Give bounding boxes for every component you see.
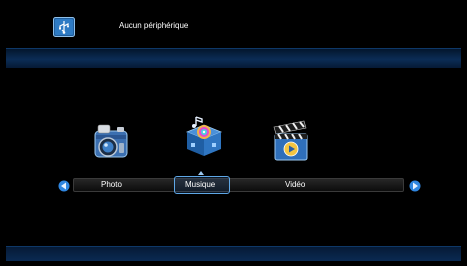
usb-icon <box>53 17 75 37</box>
focus-caret-icon <box>198 171 204 175</box>
menu-item-photo[interactable]: Photo <box>101 180 122 189</box>
header-band <box>6 48 461 68</box>
device-status-text: Aucun périphérique <box>119 21 189 30</box>
arrow-left-icon[interactable] <box>58 179 70 192</box>
menu-item-musique[interactable]: Musique <box>185 180 215 189</box>
media-player-screen: Aucun périphérique Photo Musique Vidéo <box>6 5 461 261</box>
clapperboard-icon[interactable] <box>270 119 312 164</box>
camera-icon[interactable] <box>92 121 130 163</box>
header: Aucun périphérique <box>6 5 461 48</box>
footer-band <box>6 246 461 261</box>
media-menu-bar: Photo Musique Vidéo <box>73 171 404 194</box>
music-icon[interactable] <box>183 114 225 160</box>
arrow-right-icon[interactable] <box>409 179 421 192</box>
menu-item-video[interactable]: Vidéo <box>285 180 305 189</box>
main-menu-area: Photo Musique Vidéo <box>6 68 461 246</box>
